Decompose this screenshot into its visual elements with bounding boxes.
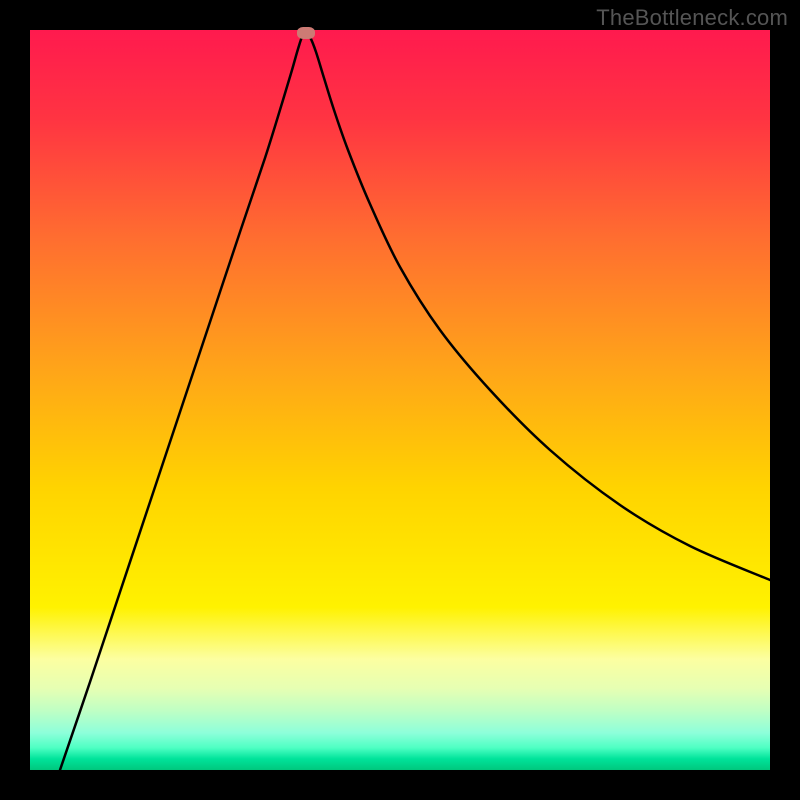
watermark-text: TheBottleneck.com	[596, 5, 788, 31]
bottleneck-curve	[30, 30, 770, 770]
minimum-marker	[297, 27, 315, 39]
chart-area	[30, 30, 770, 770]
